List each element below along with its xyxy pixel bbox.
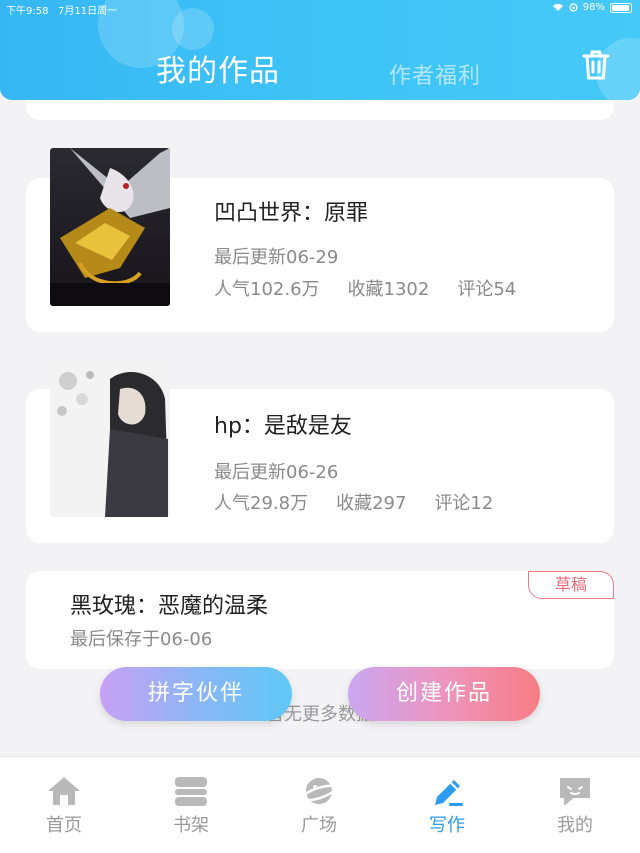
cover-art-dark	[50, 148, 170, 306]
nav-square[interactable]: 广场	[274, 775, 364, 837]
stat-comments: 评论54	[457, 279, 517, 300]
bottom-nav: 首页 书架 广场 写作 我的	[0, 756, 640, 853]
status-time-date: 下午9:58 7月11日周一	[6, 2, 117, 17]
stat-comments: 评论12	[434, 493, 494, 514]
battery-icon	[610, 2, 632, 13]
no-more-data: 暂无更多数据	[266, 704, 374, 725]
work-updated: 最后更新06-26	[214, 462, 339, 483]
nav-label: 书架	[173, 815, 209, 836]
trash-icon[interactable]	[580, 48, 612, 82]
stat-popularity: 人气29.8万	[214, 493, 309, 514]
draft-badge: 草稿	[528, 571, 614, 599]
draft-card[interactable]: 草稿	[26, 571, 614, 669]
book-cover[interactable]	[50, 359, 170, 517]
pen-icon	[435, 780, 463, 806]
stat-favorites: 收藏297	[336, 493, 407, 514]
status-right: 98%	[552, 2, 632, 13]
nav-label: 广场	[301, 815, 337, 836]
partner-button[interactable]: 拼字伙伴	[100, 667, 292, 721]
battery-percent: 98%	[582, 2, 605, 13]
status-time: 下午9:58	[6, 6, 49, 17]
status-bar: 下午9:58 7月11日周一 98%	[0, 0, 640, 18]
top-header: 下午9:58 7月11日周一 98% 我的作品 作者福利	[0, 0, 640, 100]
nav-label: 首页	[46, 815, 82, 836]
tab-author-benefits[interactable]: 作者福利	[389, 58, 481, 90]
nav-bookshelf[interactable]: 书架	[146, 775, 236, 837]
bookshelf-icon	[175, 777, 207, 806]
cover-art-light	[50, 359, 170, 517]
draft-title[interactable]: 黑玫瑰：恶魔的温柔	[70, 588, 268, 620]
work-stats: 人气29.8万 收藏297 评论12	[214, 489, 493, 515]
planet-icon	[301, 778, 337, 804]
book-cover[interactable]	[50, 148, 170, 306]
nav-label: 写作	[429, 815, 465, 836]
chat-bubble-icon	[560, 778, 590, 805]
orientation-lock-icon	[569, 3, 578, 12]
nav-label: 我的	[557, 815, 593, 836]
draft-saved: 最后保存于06-06	[70, 629, 213, 650]
stat-popularity: 人气102.6万	[214, 279, 320, 300]
work-stats: 人气102.6万 收藏1302 评论54	[214, 275, 516, 301]
work-updated: 最后更新06-29	[214, 247, 339, 268]
nav-home[interactable]: 首页	[19, 775, 109, 837]
work-title[interactable]: 凹凸世界：原罪	[214, 195, 368, 227]
status-date: 7月11日周一	[58, 6, 118, 17]
work-title[interactable]: hp：是敌是友	[214, 408, 352, 440]
nav-mine[interactable]: 我的	[530, 775, 620, 837]
home-icon	[48, 777, 80, 805]
create-work-button[interactable]: 创建作品	[348, 667, 540, 721]
nav-write[interactable]: 写作	[402, 775, 492, 837]
tab-my-works[interactable]: 我的作品	[156, 46, 280, 90]
wifi-icon	[552, 3, 563, 11]
stat-favorites: 收藏1302	[347, 279, 430, 300]
